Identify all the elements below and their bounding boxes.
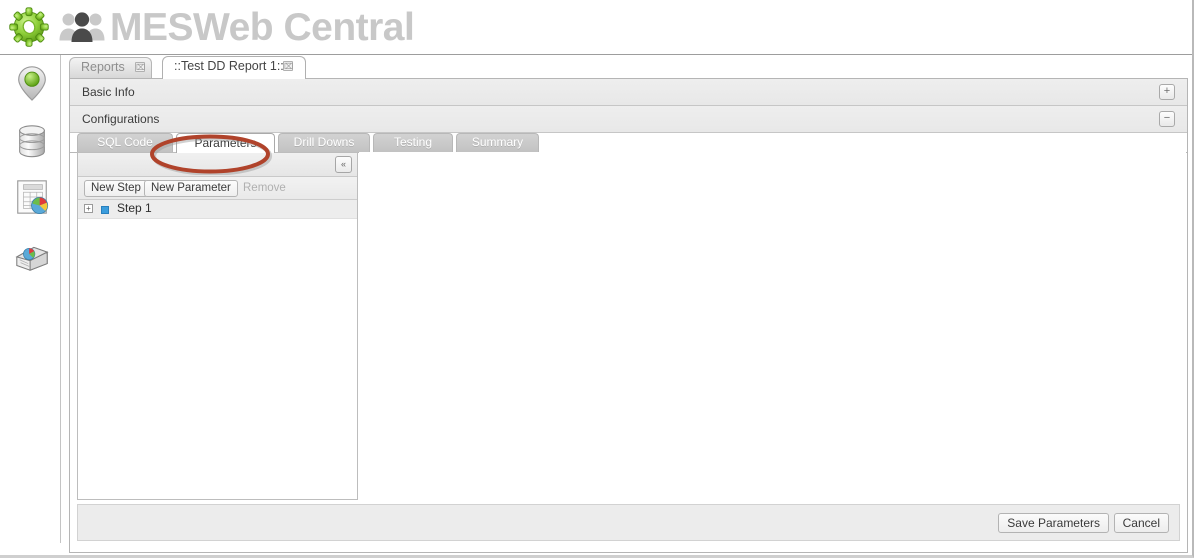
database-icon[interactable] <box>13 122 51 160</box>
section-configurations[interactable]: Configurations − <box>70 106 1187 133</box>
section-basic-info-label: Basic Info <box>82 85 135 99</box>
cancel-button[interactable]: Cancel <box>1113 513 1169 533</box>
app-title: MESWeb Central <box>110 6 415 49</box>
report-editor-panel: Basic Info + Configurations − SQL Code P… <box>69 78 1188 553</box>
tab-test-dd-report-1[interactable]: ::Test DD Report 1:: ⌧ <box>162 56 306 79</box>
configuration-tab-bar: SQL Code Parameters Drill Downs Testing … <box>70 133 1187 153</box>
tab-summary-label: Summary <box>471 135 524 149</box>
collapse-panel-button[interactable]: « <box>335 156 352 173</box>
location-pin-icon[interactable] <box>13 64 51 102</box>
app-header: MESWeb Central <box>0 0 1192 55</box>
main-content: Reports ⌧ ::Test DD Report 1:: ⌧ Basic I… <box>61 55 1192 555</box>
tab-reports-label: Reports <box>81 60 125 74</box>
tab-testing-label: Testing <box>393 135 433 149</box>
tab-summary[interactable]: Summary <box>456 133 539 152</box>
expand-button[interactable]: + <box>1159 84 1175 100</box>
collapse-button[interactable]: − <box>1159 111 1175 127</box>
tree-row-step-1[interactable]: + Step 1 <box>78 200 357 219</box>
footer-toolbar: Save Parameters Cancel <box>77 504 1180 541</box>
tab-drill-downs[interactable]: Drill Downs <box>278 133 370 152</box>
new-step-button[interactable]: New Step <box>84 180 148 197</box>
expand-node-icon[interactable]: + <box>84 204 93 213</box>
tree-panel-header: « <box>78 153 357 177</box>
step-node-icon <box>101 206 109 214</box>
application-window: MESWeb Central Reports ⌧::Test DD Repor… <box>0 0 1194 558</box>
section-basic-info[interactable]: Basic Info + <box>70 79 1187 106</box>
parameter-tree-panel: « New Step New Parameter Remove + Step 1 <box>77 152 358 500</box>
gear-icon <box>9 7 49 47</box>
tab-sql-code-label: SQL Code <box>97 135 153 149</box>
parameter-detail-area <box>359 152 1186 500</box>
tab-drill-downs-label: Drill Downs <box>293 135 355 149</box>
save-parameters-button[interactable]: Save Parameters <box>998 513 1109 533</box>
tab-reports[interactable]: Reports ⌧ <box>69 57 152 79</box>
tree-body: + Step 1 <box>78 200 357 499</box>
new-parameter-button[interactable]: New Parameter <box>144 180 238 197</box>
tab-sql-code[interactable]: SQL Code <box>77 133 173 152</box>
report-chart-icon[interactable] <box>13 178 51 216</box>
report-stack-icon[interactable] <box>13 236 51 274</box>
tree-row-step-1-label: Step 1 <box>117 201 152 215</box>
tab-parameters[interactable]: Parameters <box>176 133 275 153</box>
tab-reports-close-icon[interactable]: ⌧ <box>135 62 145 72</box>
left-sidebar <box>0 55 61 543</box>
document-tab-bar: Reports ⌧ ::Test DD Report 1:: ⌧ <box>69 55 1189 79</box>
tab-parameters-label: Parameters <box>194 136 257 150</box>
tree-toolbar: New Step New Parameter Remove <box>78 177 357 200</box>
tab-test-dd-report-1-close-icon[interactable]: ⌧ <box>283 61 293 71</box>
section-configurations-label: Configurations <box>82 112 160 126</box>
tab-testing[interactable]: Testing <box>373 133 453 152</box>
people-group-icon <box>59 12 105 42</box>
remove-button: Remove <box>243 182 286 194</box>
tab-test-dd-report-1-label: ::Test DD Report 1:: <box>174 59 284 73</box>
